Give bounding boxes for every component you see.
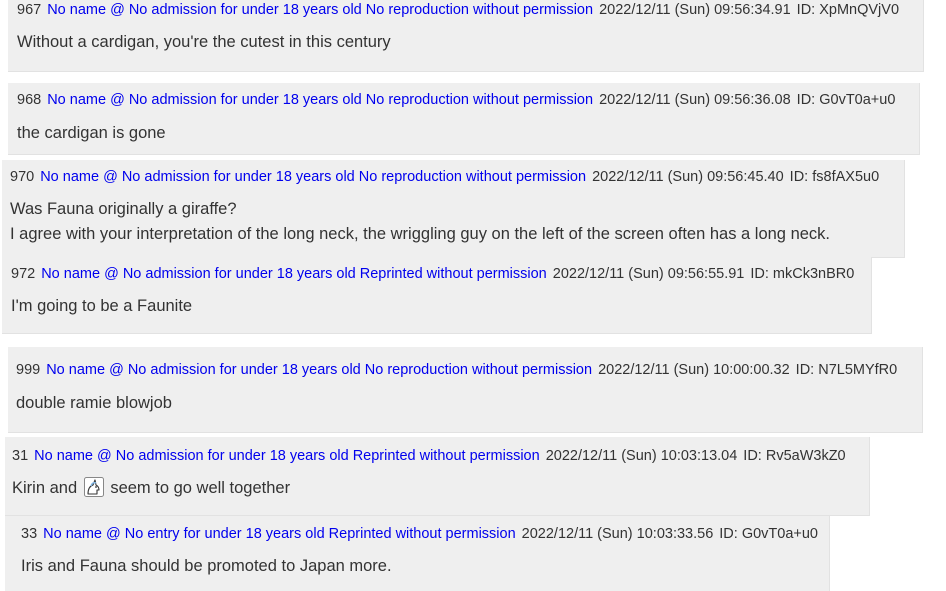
poster-name-link[interactable]: No name @ No admission for under 18 year… — [34, 448, 540, 464]
poster-name-link[interactable]: No name @ No admission for under 18 year… — [40, 169, 586, 185]
post-date: 2022/12/11 (Sun) 09:56:55.91 — [552, 266, 745, 282]
post-number[interactable]: 31 — [12, 448, 28, 464]
poster-id[interactable]: ID: G0vT0a+u0 — [797, 92, 896, 108]
post-33: 33 No name @ No entry for under 18 years … — [5, 516, 830, 591]
post-body: Was Fauna originally a giraffe? I agree … — [10, 197, 830, 247]
post-header: 33 No name @ No entry for under 18 years … — [21, 526, 818, 542]
post-number[interactable]: 970 — [10, 169, 34, 185]
post-date: 2022/12/11 (Sun) 09:56:34.91 — [599, 2, 791, 18]
post-text: seem to go well together — [110, 479, 291, 497]
post-date: 2022/12/11 (Sun) 10:03:13.04 — [545, 448, 738, 464]
post-text: Kirin and — [12, 479, 78, 497]
post-number[interactable]: 972 — [11, 266, 35, 282]
poster-id[interactable]: ID: G0vT0a+u0 — [719, 526, 818, 542]
post-date: 2022/12/11 (Sun) 10:03:33.56 — [521, 526, 714, 542]
post-text-line: the cardigan is gone — [17, 124, 166, 142]
post-text-line: Iris and Fauna should be promoted to Jap… — [21, 557, 392, 575]
poster-name-link[interactable]: No name @ No admission for under 18 year… — [47, 2, 593, 18]
poster-id[interactable]: ID: fs8fAX5u0 — [790, 169, 879, 185]
post-header: 968 No name @ No admission for under 18 y… — [17, 92, 895, 108]
post-number[interactable]: 33 — [21, 526, 37, 542]
post-body: Kirin and seem to go well together — [12, 476, 290, 501]
post-970: 970 No name @ No admission for under 18 y… — [2, 160, 905, 258]
post-body: Iris and Fauna should be promoted to Jap… — [21, 554, 392, 579]
poster-name-link[interactable]: No name @ No entry for under 18 years ol… — [43, 526, 516, 542]
post-body: double ramie blowjob — [16, 391, 172, 416]
poster-id[interactable]: ID: Rv5aW3kZ0 — [743, 448, 845, 464]
post-972: 972 No name @ No admission for under 18 y… — [2, 257, 872, 334]
post-date: 2022/12/11 (Sun) 10:00:00.32 — [598, 362, 790, 378]
poster-id[interactable]: ID: mkCk3nBR0 — [750, 266, 854, 282]
unicorn-icon — [83, 477, 104, 497]
post-text-line: Was Fauna originally a giraffe? — [10, 200, 237, 218]
poster-id[interactable]: ID: XpMnQVjV0 — [797, 2, 899, 18]
post-text-line: double ramie blowjob — [16, 394, 172, 412]
post-body: I'm going to be a Faunite — [11, 294, 192, 319]
post-967: 967 No name @ No admission for under 18 y… — [8, 0, 924, 72]
post-text-line: I'm going to be a Faunite — [11, 297, 193, 315]
post-date: 2022/12/11 (Sun) 09:56:36.08 — [599, 92, 791, 108]
post-date: 2022/12/11 (Sun) 09:56:45.40 — [592, 169, 784, 185]
post-999: 999 No name @ No admission for under 18 y… — [8, 347, 923, 433]
post-header: 967 No name @ No admission for under 18 y… — [17, 2, 899, 18]
post-text-line: Without a cardigan, you're the cutest in… — [17, 33, 391, 51]
post-header: 999 No name @ No admission for under 18 y… — [16, 362, 897, 378]
poster-id[interactable]: ID: N7L5MYfR0 — [796, 362, 898, 378]
post-header: 972 No name @ No admission for under 18 y… — [11, 266, 854, 282]
poster-name-link[interactable]: No name @ No admission for under 18 year… — [41, 266, 547, 282]
poster-name-link[interactable]: No name @ No admission for under 18 year… — [46, 362, 592, 378]
post-header: 970 No name @ No admission for under 18 y… — [10, 169, 879, 185]
post-number[interactable]: 999 — [16, 362, 40, 378]
post-31: 31 No name @ No admission for under 18 ye… — [5, 437, 870, 516]
poster-name-link[interactable]: No name @ No admission for under 18 year… — [47, 92, 593, 108]
post-body: Without a cardigan, you're the cutest in… — [17, 30, 391, 55]
post-968: 968 No name @ No admission for under 18 y… — [8, 83, 920, 155]
post-header: 31 No name @ No admission for under 18 ye… — [12, 448, 846, 464]
post-body: the cardigan is gone — [17, 121, 166, 146]
post-number[interactable]: 967 — [17, 2, 41, 18]
post-text-line: I agree with your interpretation of the … — [10, 225, 831, 243]
post-number[interactable]: 968 — [17, 92, 41, 108]
